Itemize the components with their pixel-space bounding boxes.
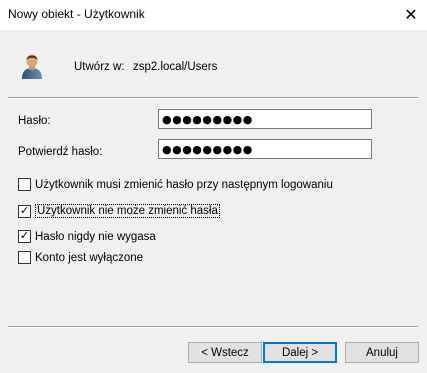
checkbox-password-never-expires[interactable]: ✓ bbox=[18, 230, 31, 243]
user-icon bbox=[20, 52, 44, 83]
option-label-must-change-password: Użytkownik musi zmienić hasło przy nastę… bbox=[35, 178, 333, 191]
checkbox-account-disabled[interactable] bbox=[18, 251, 31, 264]
option-password-never-expires[interactable]: ✓ Hasło nigdy nie wygasa bbox=[18, 230, 156, 243]
option-label-account-disabled: Konto jest wyłączone bbox=[35, 251, 144, 264]
next-button[interactable]: Dalej > bbox=[263, 342, 337, 363]
create-in-label: Utwórz w: bbox=[74, 61, 125, 73]
checkmark-icon: ✓ bbox=[19, 230, 30, 242]
title-bar: Nowy obiekt - Użytkownik ✕ bbox=[0, 0, 427, 30]
option-label-cannot-change-password: Użytkownik nie może zmienić hasła bbox=[35, 204, 220, 218]
password-label: Hasło: bbox=[18, 115, 51, 127]
cancel-button[interactable]: Anuluj bbox=[345, 342, 419, 363]
close-icon: ✕ bbox=[404, 7, 418, 24]
option-account-disabled[interactable]: Konto jest wyłączone bbox=[18, 251, 143, 264]
header-row: Utwórz w: zsp2.local/Users bbox=[0, 44, 427, 90]
checkbox-cannot-change-password[interactable]: ✓ bbox=[18, 204, 31, 218]
checkbox-must-change-password[interactable] bbox=[18, 178, 31, 191]
confirm-password-value: ●●●●●●●●● bbox=[162, 142, 253, 156]
separator-top bbox=[8, 97, 418, 99]
option-label-password-never-expires: Hasło nigdy nie wygasa bbox=[35, 230, 156, 243]
confirm-password-field[interactable]: ●●●●●●●●● bbox=[158, 139, 372, 159]
create-in-path: zsp2.local/Users bbox=[133, 61, 218, 73]
separator-bottom bbox=[8, 326, 418, 328]
close-button[interactable]: ✕ bbox=[395, 0, 427, 30]
option-must-change-password[interactable]: Użytkownik musi zmienić hasło przy nastę… bbox=[18, 178, 333, 191]
option-cannot-change-password[interactable]: ✓ Użytkownik nie może zmienić hasła bbox=[18, 204, 220, 218]
back-button[interactable]: < Wstecz bbox=[188, 342, 262, 363]
checkmark-icon: ✓ bbox=[19, 204, 30, 217]
window-title: Nowy obiekt - Użytkownik bbox=[8, 7, 145, 21]
password-field[interactable]: ●●●●●●●●● bbox=[158, 109, 372, 129]
password-value: ●●●●●●●●● bbox=[162, 112, 253, 126]
confirm-password-label: Potwierdź hasło: bbox=[18, 146, 103, 158]
